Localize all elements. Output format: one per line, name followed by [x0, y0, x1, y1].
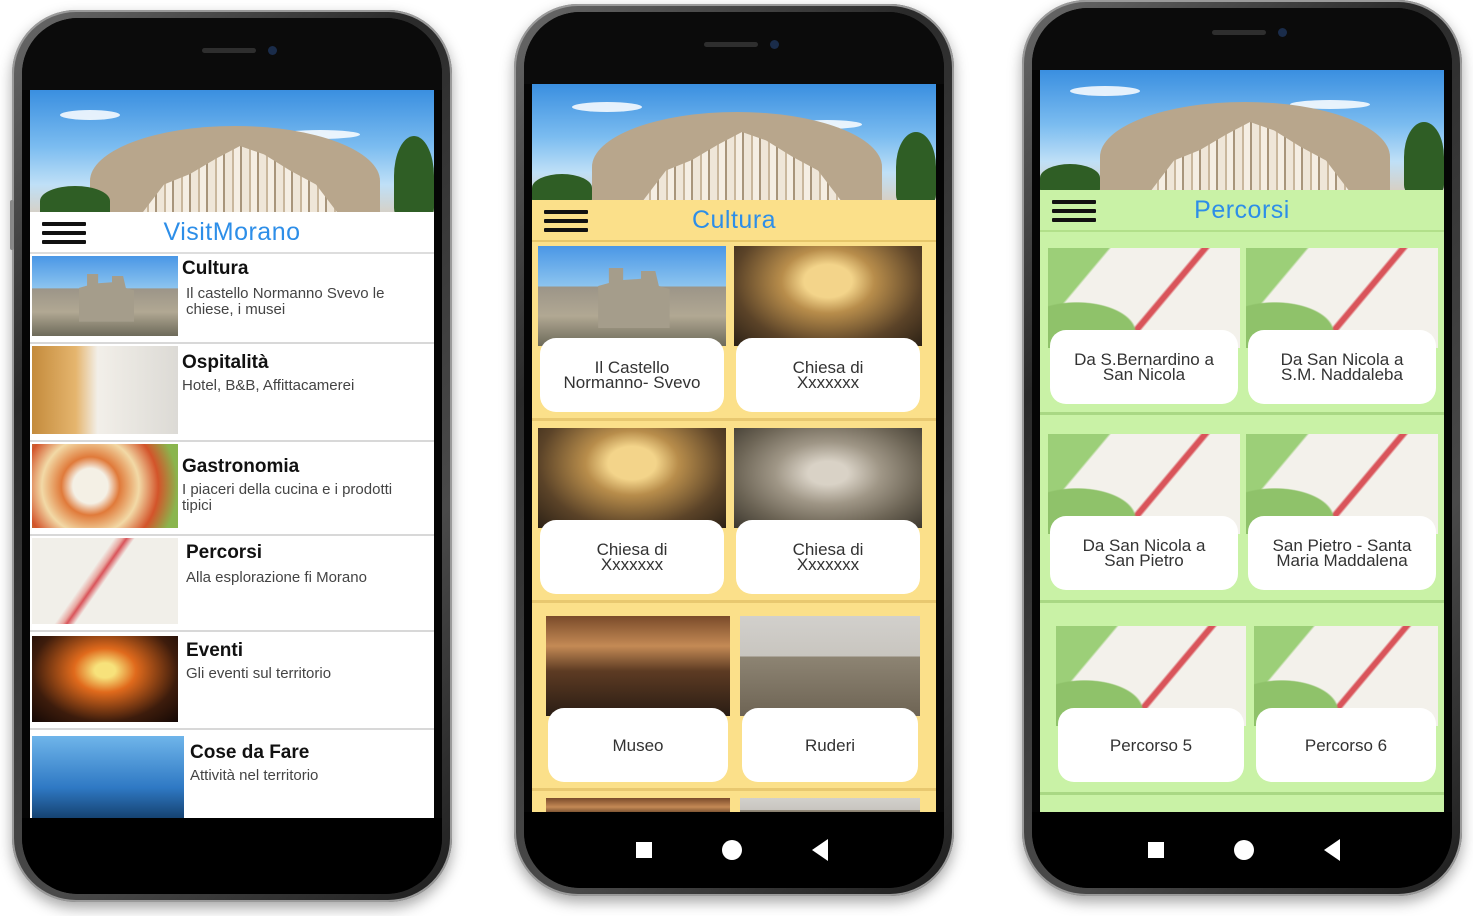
- list-item-subtitle: I piaceri della cucina e i prodotti tipi…: [182, 481, 393, 514]
- list-item-eventi[interactable]: Eventi Gli eventi sul territorio: [30, 632, 434, 730]
- tile-percorso-2[interactable]: Da San Nicola a S.M. Naddaleba: [1246, 248, 1438, 404]
- row-divider: [532, 788, 936, 791]
- list-item-subtitle: Attività nel territorio: [190, 767, 319, 784]
- tile-label: Il Castello Normanno- Svevo: [540, 338, 724, 412]
- hero-image-morano: [30, 90, 434, 216]
- tile-chiesa-1[interactable]: Chiesa di Xxxxxxx: [734, 246, 922, 412]
- system-nav-bar: [22, 818, 442, 894]
- cose-da-fare-thumbnail: [32, 736, 184, 818]
- list-item-title: Ospitalità: [182, 352, 269, 373]
- system-nav-bar: [524, 812, 944, 888]
- tile-castello[interactable]: Il Castello Normanno- Svevo: [538, 246, 726, 412]
- back-icon[interactable]: [812, 839, 828, 861]
- tile-percorso-6[interactable]: Percorso 6: [1254, 626, 1438, 782]
- ospitalita-thumbnail: [32, 346, 178, 434]
- back-icon[interactable]: [1324, 839, 1340, 861]
- list-item-title: Percorsi: [186, 542, 263, 563]
- ruderi-image: [740, 616, 920, 716]
- castello-image: [538, 246, 726, 346]
- recent-apps-icon[interactable]: [636, 842, 652, 858]
- row-divider: [1040, 600, 1444, 603]
- tile-percorso-5[interactable]: Percorso 5: [1056, 626, 1246, 782]
- tile-chiesa-3[interactable]: Chiesa di Xxxxxxx: [734, 428, 922, 594]
- app-bar: VisitMorano: [30, 212, 434, 254]
- tile-percorso-4[interactable]: San Pietro - Santa Maria Maddalena: [1246, 434, 1438, 590]
- list-item-title: Cose da Fare: [190, 742, 310, 763]
- hero-image-morano: [1040, 70, 1444, 192]
- tile-ruderi[interactable]: Ruderi: [740, 616, 920, 782]
- side-button: [10, 200, 14, 250]
- phone-visitmorano: VisitMorano Cultura Il castello Normanno…: [10, 10, 452, 902]
- row-divider: [532, 600, 936, 603]
- speaker-grille: [704, 42, 758, 47]
- screen-title: Cultura: [691, 206, 777, 234]
- app-bar: Percorsi: [1040, 190, 1444, 232]
- tile-label: Da San Nicola a S.M. Naddaleba: [1248, 330, 1436, 404]
- list-item-percorsi[interactable]: Percorsi Alla esplorazione fi Morano: [30, 536, 434, 632]
- screen-percorsi: Percorsi Da S.Bernardino a San Nicola Da…: [1040, 70, 1444, 812]
- notch: [1032, 8, 1452, 70]
- home-icon[interactable]: [722, 840, 742, 860]
- list-item-subtitle: Hotel, B&B, Affittacamerei: [182, 377, 355, 394]
- phone-percorsi: Percorsi Da S.Bernardino a San Nicola Da…: [1022, 0, 1462, 896]
- notch: [22, 18, 442, 90]
- percorsi-map-thumbnail: [32, 538, 178, 624]
- tile-percorso-1[interactable]: Da S.Bernardino a San Nicola: [1048, 248, 1240, 404]
- list-item-gastronomia[interactable]: Gastronomia I piaceri della cucina e i p…: [30, 442, 434, 536]
- next-tile-peek: [740, 798, 920, 812]
- list-item-title: Cultura: [182, 258, 249, 279]
- list-item-ospitalita[interactable]: Ospitalità Hotel, B&B, Affittacamerei: [30, 344, 434, 442]
- tile-museo[interactable]: Museo: [546, 616, 730, 782]
- row-divider: [1040, 412, 1444, 415]
- list-item-subtitle: Alla esplorazione fi Morano: [186, 569, 367, 586]
- tile-label: Chiesa di Xxxxxxx: [736, 520, 920, 594]
- tile-label: Chiesa di Xxxxxxx: [540, 520, 724, 594]
- museo-image: [546, 616, 730, 716]
- tile-label: Museo: [548, 708, 728, 782]
- screen-home: VisitMorano Cultura Il castello Normanno…: [30, 90, 434, 818]
- cultura-thumbnail: [32, 256, 178, 336]
- tile-label: San Pietro - Santa Maria Maddalena: [1248, 516, 1436, 590]
- phone-bezel: VisitMorano Cultura Il castello Normanno…: [22, 18, 442, 894]
- list-item-subtitle: Gli eventi sul territorio: [186, 665, 332, 682]
- list-item-cultura[interactable]: Cultura Il castello Normanno Svevo le ch…: [30, 254, 434, 344]
- chiesa-image: [734, 428, 922, 528]
- phone-cultura: Cultura Il Castello Normanno- Svevo Chie…: [514, 4, 954, 896]
- hero-image-morano: [532, 84, 936, 202]
- recent-apps-icon[interactable]: [1148, 842, 1164, 858]
- front-camera: [268, 46, 277, 55]
- chiesa-image: [734, 246, 922, 346]
- phone-bezel: Percorsi Da S.Bernardino a San Nicola Da…: [1032, 8, 1452, 888]
- list-item-cose-da-fare[interactable]: Cose da Fare Attività nel territorio: [30, 730, 434, 818]
- tile-label: Percorso 6: [1256, 708, 1436, 782]
- chiesa-image: [538, 428, 726, 528]
- tile-label: Percorso 5: [1058, 708, 1244, 782]
- screen-title: Percorsi: [1194, 196, 1290, 224]
- gastronomia-thumbnail: [32, 444, 178, 528]
- tile-label: Chiesa di Xxxxxxx: [736, 338, 920, 412]
- row-divider: [1040, 792, 1444, 795]
- tile-label: Da S.Bernardino a San Nicola: [1050, 330, 1238, 404]
- phone-bezel: Cultura Il Castello Normanno- Svevo Chie…: [524, 12, 944, 888]
- app-bar: Cultura: [532, 200, 936, 242]
- tile-percorso-3[interactable]: Da San Nicola a San Pietro: [1048, 434, 1240, 590]
- tile-label: Ruderi: [742, 708, 918, 782]
- eventi-thumbnail: [32, 636, 178, 722]
- front-camera: [1278, 28, 1287, 37]
- list-item-title: Gastronomia: [182, 456, 300, 477]
- home-icon[interactable]: [1234, 840, 1254, 860]
- tile-label: Da San Nicola a San Pietro: [1050, 516, 1238, 590]
- list-item-title: Eventi: [186, 640, 244, 661]
- system-nav-bar: [1032, 812, 1452, 888]
- front-camera: [770, 40, 779, 49]
- row-divider: [532, 418, 936, 421]
- tile-chiesa-2[interactable]: Chiesa di Xxxxxxx: [538, 428, 726, 594]
- notch: [524, 12, 944, 84]
- list-item-subtitle: Il castello Normanno Svevo le chiese, i …: [186, 285, 385, 318]
- app-title: VisitMorano: [163, 218, 301, 246]
- speaker-grille: [1212, 30, 1266, 35]
- speaker-grille: [202, 48, 256, 53]
- next-tile-peek: [546, 798, 730, 812]
- screen-cultura: Cultura Il Castello Normanno- Svevo Chie…: [532, 84, 936, 812]
